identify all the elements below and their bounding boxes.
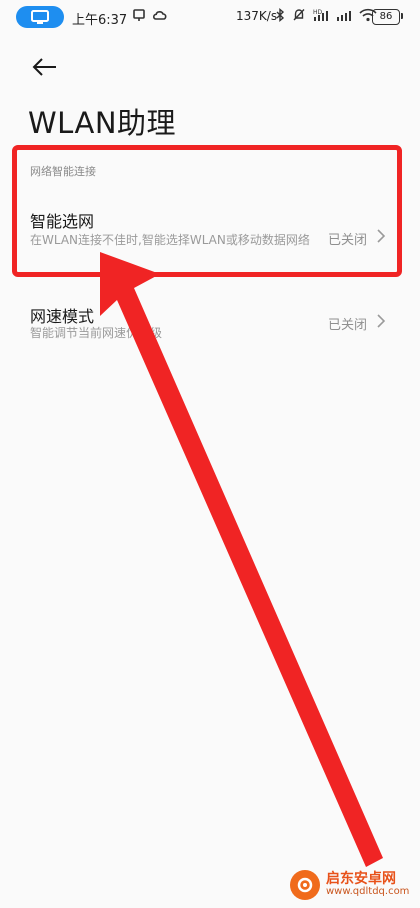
row-status: 已关闭 [328,318,368,333]
alarm-icon [132,8,146,26]
speed-mode-row[interactable]: 网速模式 智能调节当前网速优先级 已关闭 [0,292,420,352]
status-time: 上午6:37 [72,13,128,28]
bluetooth-icon [276,8,285,26]
watermark: 启东安卓网 www.qdltdq.com [290,870,409,900]
status-bar: 上午6:37 137K/s HD 86 [0,0,420,34]
row-status: 已关闭 [328,233,368,248]
signal-icon [336,8,352,26]
page-title: WLAN助理 [28,106,177,140]
row-title: 智能选网 [30,212,95,231]
watermark-url: www.qdltdq.com [326,886,410,898]
row-description: 智能调节当前网速优先级 [30,326,163,340]
section-title: 网络智能连接 [30,165,96,178]
smart-network-row[interactable]: 智能选网 在WLAN连接不佳时,智能选择WLAN或移动数据网络 已关闭 [0,196,420,276]
row-title: 网速模式 [30,307,95,326]
svg-text:HD: HD [313,9,323,16]
battery-tip [401,13,403,19]
chevron-right-icon [376,313,386,333]
mute-bell-icon [292,8,306,26]
network-speed: 137K/s [236,9,278,23]
battery-indicator: 86 [372,9,400,25]
row-description: 在WLAN连接不佳时,智能选择WLAN或移动数据网络 [30,233,310,247]
back-arrow-icon [32,58,56,76]
back-button[interactable] [28,50,62,84]
cloud-icon [152,8,168,26]
watermark-logo-icon [290,870,320,900]
chevron-right-icon [376,228,386,248]
screen-cast-icon [16,6,64,28]
watermark-title: 启东安卓网 [326,871,396,888]
hd-signal-icon: HD [313,8,329,26]
